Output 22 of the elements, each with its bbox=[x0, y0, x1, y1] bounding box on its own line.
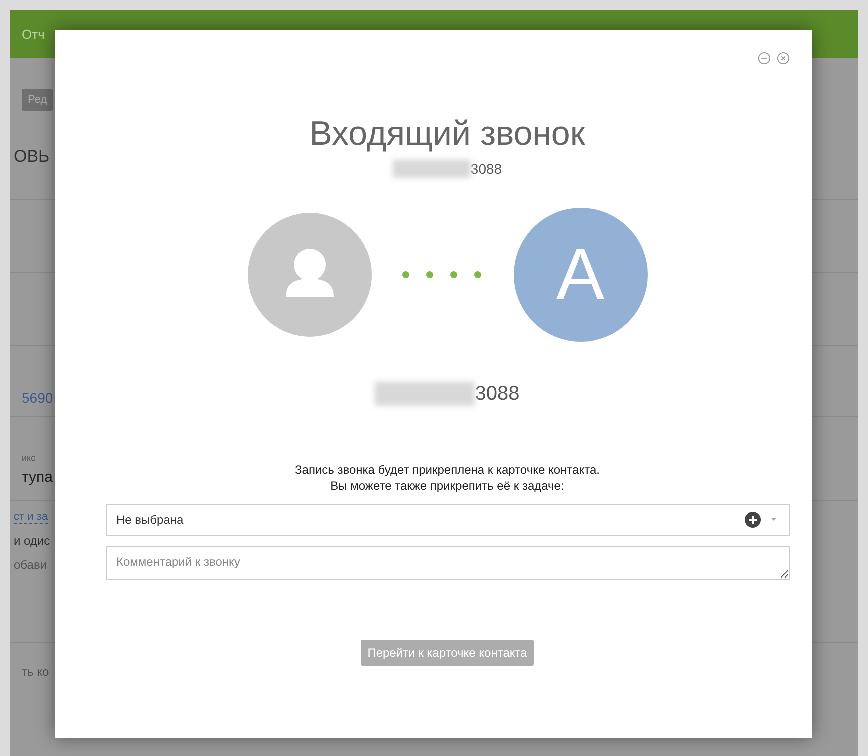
minimize-icon[interactable] bbox=[758, 52, 771, 65]
info-text: и одис bbox=[14, 534, 50, 548]
footer-text: ть ко bbox=[22, 665, 50, 679]
agent-avatar: A bbox=[514, 208, 648, 342]
field-label: икс bbox=[22, 453, 36, 463]
notice-text: Запись звонка будет прикреплена к карточке контакта. Вы можете также прикрепить её к задаче: bbox=[295, 462, 600, 494]
comment-field[interactable]: Комментарий к звонку bbox=[106, 546, 790, 580]
add-icon[interactable] bbox=[744, 512, 760, 528]
contact-number: 3088 bbox=[475, 382, 520, 406]
connection-dots-icon bbox=[402, 271, 484, 279]
menu-item[interactable]: Отч bbox=[22, 26, 45, 42]
field-value: тупа bbox=[22, 469, 54, 486]
dialog-title: Входящий звонок bbox=[310, 115, 586, 154]
task-select[interactable]: Не выбрана bbox=[106, 504, 790, 536]
caller-number: 3088 bbox=[470, 161, 502, 177]
edit-button[interactable]: Ред bbox=[22, 88, 54, 110]
info-text: обави bbox=[14, 558, 48, 572]
caret-icon[interactable] bbox=[768, 516, 778, 524]
page-heading: ОВЬ bbox=[14, 147, 50, 167]
dashed-link[interactable]: ст и за bbox=[14, 511, 48, 524]
close-icon[interactable] bbox=[777, 52, 790, 65]
phone-link[interactable]: 5690 bbox=[22, 390, 54, 406]
